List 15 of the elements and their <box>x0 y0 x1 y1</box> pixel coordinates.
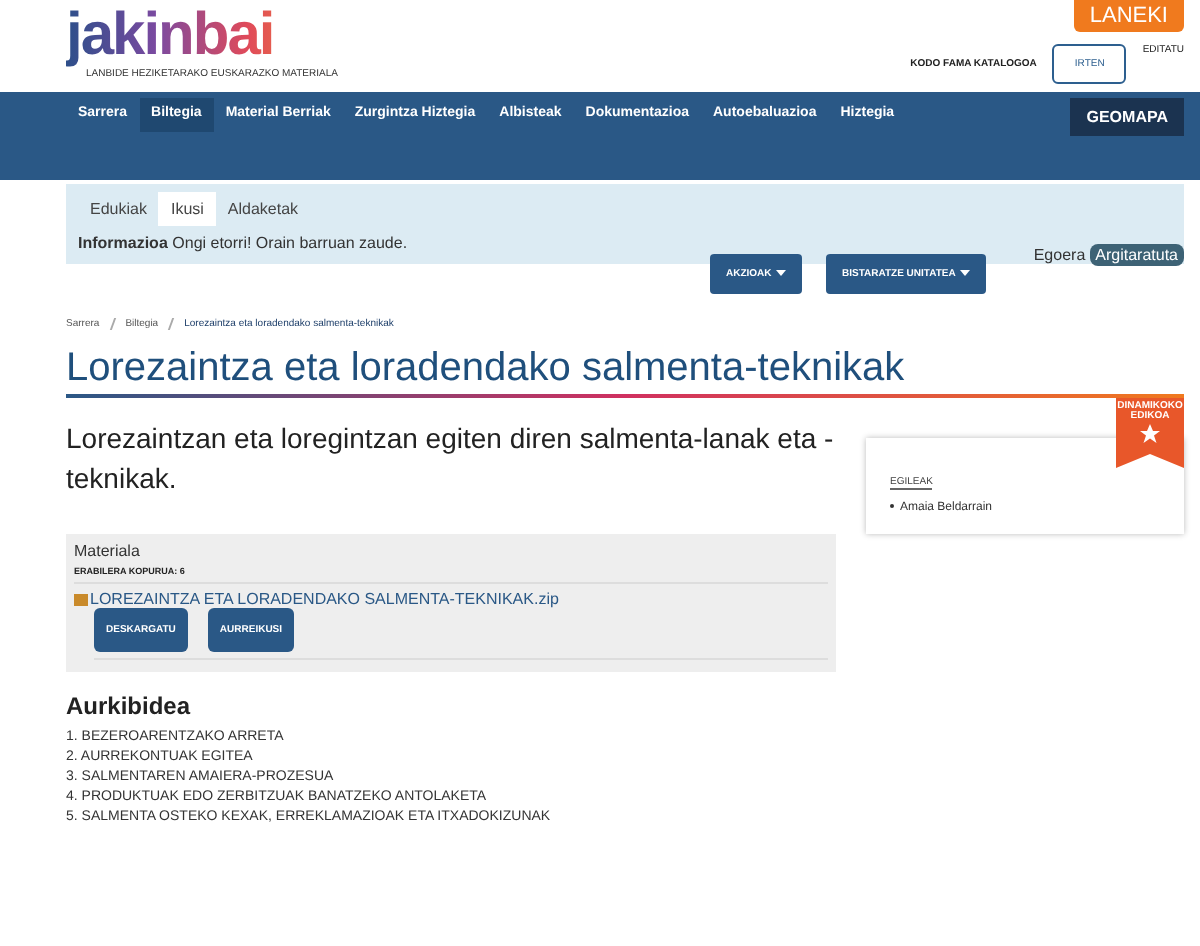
file-link[interactable]: LOREZAINTZA ETA LORADENDAKO SALMENTA-TEKNIKAK.zip <box>74 590 828 608</box>
star-icon <box>1138 422 1162 446</box>
caret-icon <box>959 270 970 276</box>
state-badge: Argitaratuta <box>1089 244 1184 266</box>
description: Lorezaintzan eta loregintzan egiten diren salmenta-lanak eta -teknikak. <box>66 420 836 498</box>
material-heading: Materiala <box>74 542 142 560</box>
state-label: Egoera <box>1033 246 1086 264</box>
status-message: Informazioa Ongi etorri! Orain barruan zaude. <box>78 234 410 252</box>
map-button[interactable]: GEOMAPA <box>1070 98 1184 136</box>
tab[interactable]: Aldaketak <box>215 192 311 226</box>
caret-icon <box>775 270 786 276</box>
page-title: Lorezaintza eta loradendako salmenta-teknikak <box>66 346 1184 398</box>
tab[interactable]: Ikusi <box>158 192 216 226</box>
tab[interactable]: Edukiak <box>78 192 159 226</box>
index-heading: Aurkibidea <box>66 692 193 720</box>
